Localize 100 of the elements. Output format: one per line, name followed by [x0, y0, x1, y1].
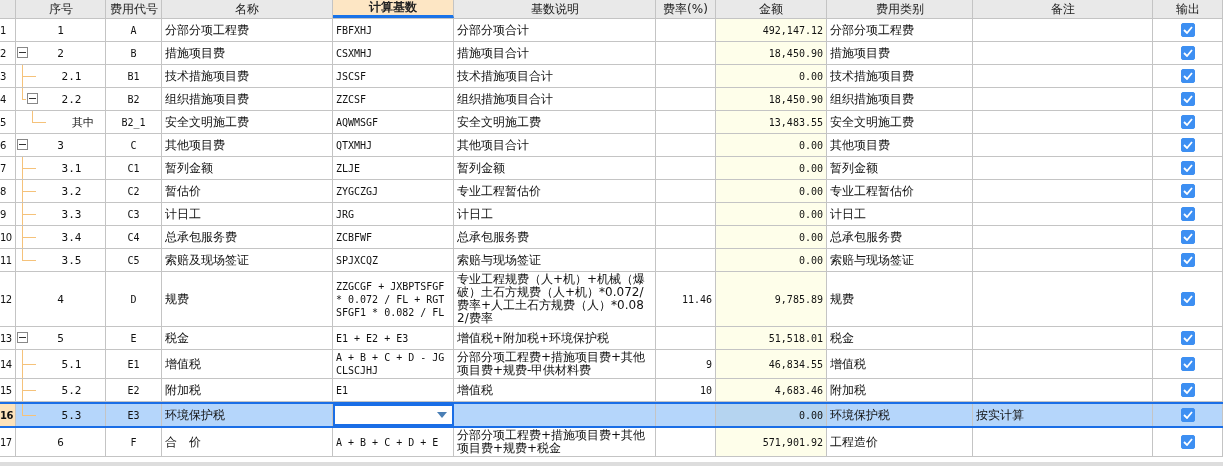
item-number: 3.1 — [61, 161, 82, 175]
base-description: 技术措施项目合计 — [457, 69, 553, 83]
item-number: 5.2 — [61, 383, 82, 397]
output-checkbox[interactable] — [1180, 435, 1195, 449]
amount: 0.00 — [798, 161, 823, 175]
calc-base: E1 — [336, 383, 349, 397]
column-header[interactable]: 费用类别 — [827, 0, 973, 18]
row-number: 15 — [0, 379, 16, 401]
row-number: 7 — [0, 157, 16, 179]
fee-code: B2_1 — [106, 111, 162, 133]
row-number: 10 — [0, 226, 16, 248]
fee-code: C1 — [106, 157, 162, 179]
fee-name: 安全文明施工费 — [162, 111, 333, 133]
calc-base: ZZGCGF + JXBPTSFGF * 0.072 / FL + RGTSFGF1 * 0.082 / FL — [336, 279, 446, 319]
base-description: 增值税 — [457, 383, 493, 397]
calc-base: A + B + C + D - JGCLSCJHJ — [336, 351, 446, 377]
collapse-toggle[interactable] — [17, 47, 28, 58]
column-header[interactable]: 基数说明 — [454, 0, 656, 18]
fee-category: 索赔与现场签证 — [830, 253, 914, 267]
fee-code: D — [106, 272, 162, 326]
calc-base: FBFXHJ — [336, 23, 373, 37]
calc-base: AQWMSGF — [336, 115, 379, 129]
base-description: 暂列金额 — [457, 161, 505, 175]
column-header[interactable]: 费率(%) — [656, 0, 716, 18]
output-checkbox[interactable] — [1180, 292, 1195, 306]
base-description: 专业工程暂估价 — [457, 184, 541, 198]
output-checkbox[interactable] — [1180, 383, 1195, 397]
fee-rate: 10 — [699, 383, 712, 397]
output-checkbox[interactable] — [1180, 92, 1195, 106]
amount: 571,901.92 — [762, 435, 823, 449]
fee-code: C — [106, 134, 162, 156]
fee-category: 计日工 — [830, 207, 866, 221]
fee-rate: 11.46 — [681, 292, 712, 306]
calc-base: JSCSF — [336, 69, 367, 83]
base-description: 组织措施项目合计 — [457, 92, 553, 106]
collapse-toggle[interactable] — [17, 139, 28, 150]
item-number: 6 — [57, 435, 64, 449]
output-checkbox[interactable] — [1180, 184, 1195, 198]
output-checkbox[interactable] — [1180, 23, 1195, 37]
output-checkbox[interactable] — [1180, 69, 1195, 83]
row-number: 3 — [0, 65, 16, 87]
fee-name: 技术措施项目费 — [162, 65, 333, 87]
output-checkbox[interactable] — [1180, 115, 1195, 129]
fee-category: 安全文明施工费 — [830, 115, 914, 129]
item-number: 1 — [57, 23, 64, 37]
fee-name: 税金 — [162, 327, 333, 349]
output-checkbox[interactable] — [1180, 253, 1195, 267]
row-number: 6 — [0, 134, 16, 156]
fee-code: E1 — [106, 350, 162, 378]
base-description: 专业工程规费（人+机）+机械（爆破）土石方规费（人+机）*0.072/费率+人工土石方规费（人）*0.082/费率 — [457, 273, 647, 325]
fee-rate: 9 — [705, 357, 712, 371]
row-number: 13 — [0, 327, 16, 349]
fee-code: C2 — [106, 180, 162, 202]
row-number: 2 — [0, 42, 16, 64]
base-description: 其他项目合计 — [457, 138, 529, 152]
fee-code: A — [106, 19, 162, 41]
calc-base: SPJXCQZ — [336, 253, 379, 267]
fee-code: C3 — [106, 203, 162, 225]
output-checkbox[interactable] — [1180, 331, 1195, 345]
output-checkbox[interactable] — [1180, 408, 1195, 422]
collapse-toggle[interactable] — [17, 332, 28, 343]
row-number: 4 — [0, 88, 16, 110]
amount: 13,483.55 — [768, 115, 823, 129]
column-header[interactable]: 金额 — [716, 0, 827, 18]
output-checkbox[interactable] — [1180, 46, 1195, 60]
amount: 0.00 — [798, 69, 823, 83]
column-header[interactable]: 备注 — [973, 0, 1153, 18]
output-checkbox[interactable] — [1180, 230, 1195, 244]
fee-name: 计日工 — [162, 203, 333, 225]
fee-category: 环境保护税 — [830, 408, 890, 422]
fee-name: 暂估价 — [162, 180, 333, 202]
output-checkbox[interactable] — [1180, 138, 1195, 152]
column-header[interactable]: 输出 — [1153, 0, 1223, 18]
amount: 0.00 — [798, 138, 823, 152]
amount: 0.00 — [798, 253, 823, 267]
item-number: 2.2 — [61, 92, 82, 106]
fee-code: E3 — [106, 404, 162, 426]
collapse-toggle[interactable] — [27, 93, 38, 104]
column-header[interactable]: 费用代号 — [106, 0, 162, 18]
calc-base: ZYGCZGJ — [336, 184, 379, 198]
base-description: 分部分项工程费+措施项目费+其他项目费+规费+税金 — [457, 429, 647, 455]
output-checkbox[interactable] — [1180, 357, 1195, 371]
fee-category: 分部分项工程费 — [830, 23, 914, 37]
fee-category: 工程造价 — [830, 435, 878, 449]
fee-name: 合 价 — [162, 428, 333, 456]
column-header[interactable]: 计算基数 — [333, 0, 454, 18]
fee-code: B2 — [106, 88, 162, 110]
column-header[interactable]: 序号 — [16, 0, 106, 18]
amount: 0.00 — [798, 207, 823, 221]
fee-name: 其他项目费 — [162, 134, 333, 156]
calc-base: E1 + E2 + E3 — [336, 331, 409, 345]
base-description: 计日工 — [457, 207, 493, 221]
amount: 18,450.90 — [768, 46, 823, 60]
output-checkbox[interactable] — [1180, 207, 1195, 221]
fee-category: 附加税 — [830, 383, 866, 397]
amount: 51,518.01 — [768, 331, 823, 345]
fee-code: B1 — [106, 65, 162, 87]
fee-name: 组织措施项目费 — [162, 88, 333, 110]
amount: 9,785.89 — [774, 292, 823, 306]
output-checkbox[interactable] — [1180, 161, 1195, 175]
